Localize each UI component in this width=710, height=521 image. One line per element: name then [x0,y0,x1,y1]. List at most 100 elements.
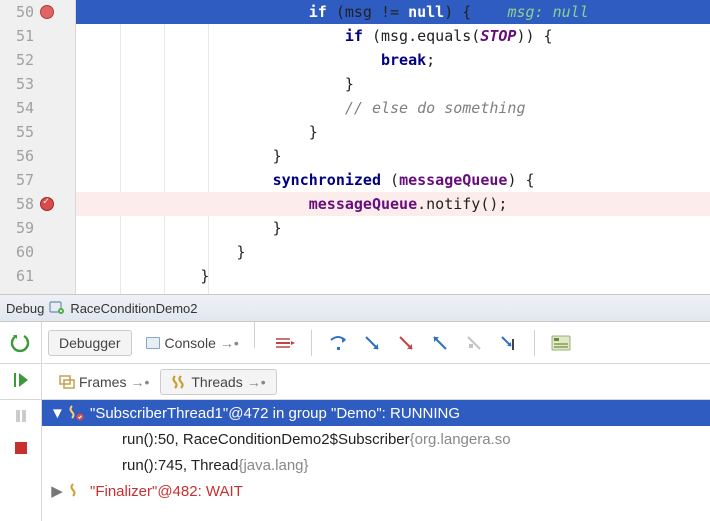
breakpoint-icon[interactable] [40,5,54,19]
code-line[interactable]: messageQueue.notify(); [76,192,710,216]
gutter-row[interactable]: 54 [0,96,75,120]
code-line[interactable]: if (msg != null) { msg: null [76,0,710,24]
drop-frame-button[interactable] [462,331,486,355]
run-to-cursor-button[interactable] [496,331,520,355]
line-number: 54 [6,99,34,117]
disclosure-triangle-closed[interactable]: ▶ [50,482,64,500]
line-number: 61 [6,267,34,285]
rerun-button[interactable] [0,322,42,363]
token-sym: (msg != [327,3,408,21]
tab-frames[interactable]: Frames →• [48,369,160,395]
line-number: 53 [6,75,34,93]
tab-debugger[interactable]: Debugger [48,330,132,356]
frames-pin-icon: →• [130,374,149,390]
debugger-tabs: Debugger Console →• [42,322,250,363]
thread-name: "Finalizer"@482: WAIT [90,483,243,500]
gutter-row[interactable]: 57 [0,168,75,192]
token-sym: } [345,75,354,93]
tab-console-label: Console [165,335,216,351]
evaluate-expression-button[interactable] [549,331,573,355]
token-sym: } [237,243,246,261]
code-line[interactable]: if (msg.equals(STOP)) { [76,24,710,48]
debugger-toolbar: Debugger Console →• [0,322,710,364]
frame-method: run():745, Thread [122,457,238,474]
editor-gutter[interactable]: 50 51 52 53 54 55 56 57 58 59 60 61 [0,0,76,294]
breakpoint-icon[interactable] [40,197,54,211]
gutter-row[interactable]: 59 [0,216,75,240]
token-sym: )) { [516,27,552,45]
tab-debugger-label: Debugger [59,335,121,351]
code-line[interactable]: break; [76,48,710,72]
thread-tree[interactable]: ▼ "SubscriberThread1"@472 in group "Demo… [42,400,710,521]
resume-button[interactable] [9,368,33,392]
line-number: 52 [6,51,34,69]
gutter-row[interactable]: 56 [0,144,75,168]
tab-threads[interactable]: Threads →• [160,369,276,395]
token-sym: (msg.equals( [363,27,480,45]
code-line[interactable]: } [76,216,710,240]
gutter-row[interactable]: 55 [0,120,75,144]
debug-toolwindow-title: Debug RaceConditionDemo2 [0,294,710,322]
code-line[interactable]: } [76,240,710,264]
token-hint: msg: null [507,3,588,21]
gutter-row[interactable]: 52 [0,48,75,72]
disclosure-triangle-open[interactable]: ▼ [50,405,64,422]
token-kw: if [345,27,363,45]
force-step-into-button[interactable] [394,331,418,355]
stack-frame[interactable]: run():50, RaceConditionDemo2$Subscriber … [42,426,710,452]
gutter-row[interactable]: 61 [0,264,75,288]
line-number: 51 [6,27,34,45]
pause-button[interactable] [9,404,33,428]
token-kw: null [408,3,444,21]
threads-pin-icon: →• [247,374,266,390]
token-kw: break [381,51,426,69]
token-sym: ; [426,51,435,69]
threads-panel: ▼ "SubscriberThread1"@472 in group "Demo… [0,400,710,521]
stack-frame[interactable]: run():745, Thread {java.lang} [42,452,710,478]
gutter-row[interactable]: 53 [0,72,75,96]
code-line[interactable]: synchronized (messageQueue) { [76,168,710,192]
gutter-row[interactable]: 50 [0,0,75,24]
debug-label: Debug [6,301,44,316]
thread-row[interactable]: ▶ "Finalizer"@482: WAIT [42,478,710,504]
line-number: 58 [6,195,34,213]
token-sym: } [309,123,318,141]
tab-console[interactable]: Console →• [134,330,250,356]
token-sym: } [273,147,282,165]
step-over-button[interactable] [326,331,350,355]
step-into-button[interactable] [360,331,384,355]
thread-name: "SubscriberThread1"@472 in group "Demo":… [90,405,460,422]
step-out-button[interactable] [428,331,452,355]
thread-row-selected[interactable]: ▼ "SubscriberThread1"@472 in group "Demo… [42,400,710,426]
code-line[interactable]: } [76,72,710,96]
gutter-row[interactable]: 60 [0,240,75,264]
run-config-name: RaceConditionDemo2 [70,301,197,316]
frame-method: run():50, RaceConditionDemo2$Subscriber [122,431,410,448]
token-const: STOP [480,27,516,45]
token-sym: } [200,267,209,285]
token-sym: ) { [444,3,507,21]
token-kw: if [309,3,327,21]
line-number: 57 [6,171,34,189]
code-editor[interactable]: 50 51 52 53 54 55 56 57 58 59 60 61 if (msg != null… [0,0,710,294]
token-kw: synchronized [273,171,381,189]
line-number: 55 [6,123,34,141]
frames-threads-bar: Frames →• Threads →• [0,364,710,400]
frame-package: {org.langera.so [410,431,511,448]
code-line[interactable]: } [76,264,710,288]
tab-threads-label: Threads [191,374,242,390]
code-line[interactable]: // else do something [76,96,710,120]
line-number: 50 [6,3,34,21]
code-area[interactable]: if (msg != null) { msg: null if (msg.equ… [76,0,710,294]
frame-package: {java.lang} [238,457,308,474]
token-comment: // else do something [345,99,526,117]
code-line[interactable]: } [76,144,710,168]
show-execution-point-button[interactable] [273,331,297,355]
stop-button[interactable] [9,436,33,460]
console-icon [145,336,161,350]
line-number: 60 [6,243,34,261]
gutter-row[interactable]: 58 [0,192,75,216]
token-sym: } [273,219,282,237]
code-line[interactable]: } [76,120,710,144]
gutter-row[interactable]: 51 [0,24,75,48]
